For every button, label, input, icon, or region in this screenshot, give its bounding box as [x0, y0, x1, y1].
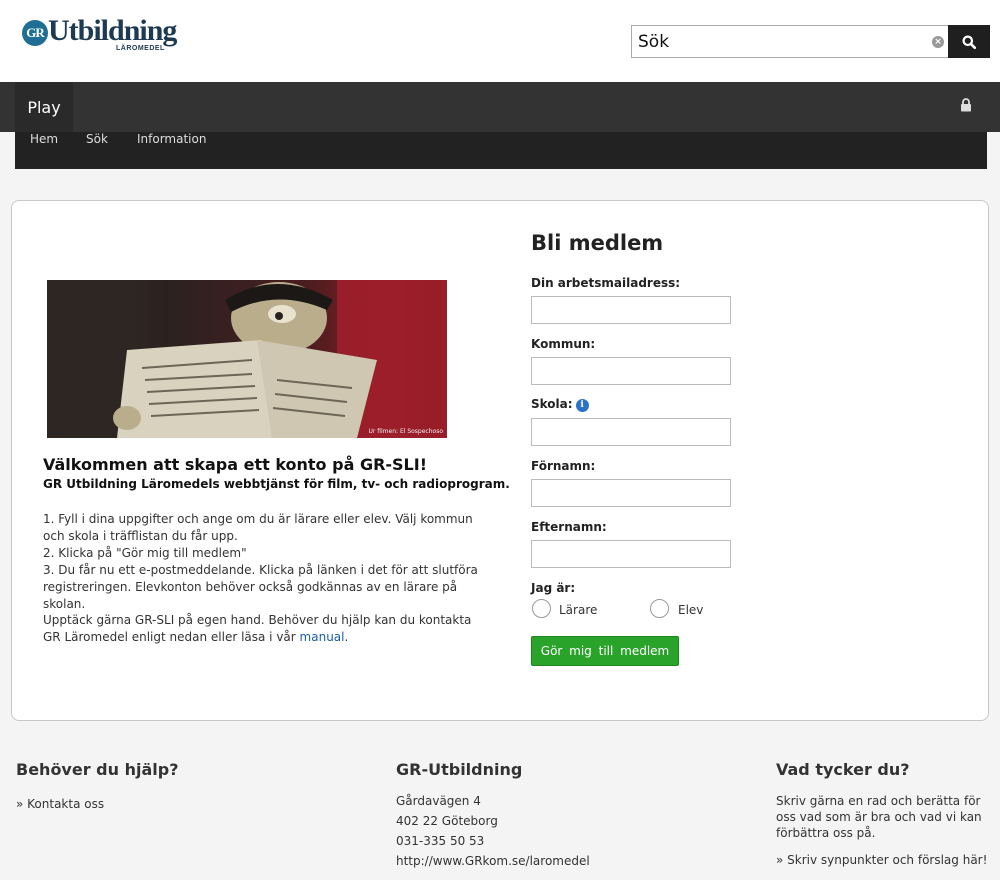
- welcome-title: Välkommen att skapa ett konto på GR-SLI!: [43, 455, 427, 474]
- role-radio-student[interactable]: [650, 599, 669, 618]
- feedback-link[interactable]: » Skriv synpunkter och förslag här!: [776, 853, 987, 867]
- search-input[interactable]: [631, 25, 954, 58]
- logo-name: Utbildning: [48, 14, 177, 47]
- clear-icon[interactable]: ×: [932, 36, 944, 48]
- lock-icon[interactable]: [960, 98, 972, 112]
- lastname-label: Efternamn:: [531, 520, 607, 534]
- nav-item-information[interactable]: Information: [137, 132, 206, 169]
- feedback-text: Skriv gärna en rad och berätta för oss v…: [776, 794, 982, 840]
- footer-help: Behöver du hjälp? » Kontakta oss: [16, 760, 178, 812]
- footer-feedback: Vad tycker du? Skriv gärna en rad och be…: [776, 760, 994, 868]
- nav-item-hem[interactable]: Hem: [30, 132, 58, 169]
- org-website[interactable]: http://www.GRkom.se/laromedel: [396, 851, 590, 871]
- role-option-teacher: Lärare: [559, 603, 598, 617]
- role-option-student: Elev: [678, 603, 704, 617]
- header: GR Utbildning LÄROMEDEL ×: [0, 0, 1000, 82]
- hero-image: Ur filmen: El Sospechoso: [47, 280, 447, 438]
- step-3: 3. Du får nu ett e-postmeddelande. Klick…: [43, 563, 478, 611]
- municipality-label: Kommun:: [531, 337, 596, 351]
- footer-help-title: Behöver du hjälp?: [16, 760, 179, 779]
- school-field[interactable]: [531, 418, 731, 446]
- logo-mark: GR: [22, 20, 48, 46]
- top-nav: Play: [0, 82, 1000, 132]
- search-button[interactable]: [948, 25, 990, 58]
- help-text-end: .: [344, 630, 349, 644]
- manual-link[interactable]: manual: [300, 630, 345, 644]
- hero-illustration: [47, 280, 447, 438]
- help-text-body: Upptäck gärna GR-SLI på egen hand. Behöv…: [43, 613, 472, 644]
- nav-brand-play[interactable]: Play: [15, 82, 73, 132]
- footer-org-title: GR-Utbildning: [396, 760, 523, 779]
- school-label: Skola:: [531, 397, 573, 411]
- org-street: Gårdavägen 4: [396, 794, 481, 808]
- form-title: Bli medlem: [531, 231, 664, 255]
- sub-nav: Hem Sök Information: [15, 132, 987, 169]
- org-phone: 031-335 50 53: [396, 834, 485, 848]
- logo-sub: LÄROMEDEL: [116, 45, 165, 52]
- role-label: Jag är:: [531, 581, 576, 595]
- step-2: 2. Klicka på "Gör mig till medlem": [43, 546, 247, 560]
- footer-feedback-title: Vad tycker du?: [776, 760, 910, 779]
- email-label: Din arbetsmailadress:: [531, 276, 681, 290]
- nav-item-sok[interactable]: Sök: [86, 132, 108, 169]
- info-icon[interactable]: i: [575, 399, 589, 412]
- org-city: 402 22 Göteborg: [396, 814, 498, 828]
- search-bar: ×: [631, 25, 990, 58]
- footer-org: GR-Utbildning Gårdavägen 4 402 22 Götebo…: [396, 760, 590, 871]
- step-1: 1. Fyll i dina uppgifter och ange om du …: [43, 512, 473, 543]
- signup-card: Ur filmen: El Sospechoso Välkommen att s…: [11, 200, 989, 721]
- lastname-field[interactable]: [531, 540, 731, 568]
- contact-link[interactable]: » Kontakta oss: [16, 797, 104, 811]
- role-radio-teacher[interactable]: [532, 599, 551, 618]
- image-credit: Ur filmen: El Sospechoso: [368, 428, 443, 435]
- firstname-field[interactable]: [531, 479, 731, 507]
- become-member-button[interactable]: Gör mig till medlem: [531, 636, 679, 666]
- school-label-row: Skola: i: [531, 397, 589, 412]
- municipality-field[interactable]: [531, 357, 731, 385]
- instructions: 1. Fyll i dina uppgifter och ange om du …: [43, 511, 483, 613]
- email-field[interactable]: [531, 296, 731, 324]
- welcome-subtitle: GR Utbildning Läromedels webbtjänst för …: [43, 477, 510, 491]
- help-text: Upptäck gärna GR-SLI på egen hand. Behöv…: [43, 612, 483, 646]
- search-icon: [962, 35, 976, 49]
- firstname-label: Förnamn:: [531, 459, 596, 473]
